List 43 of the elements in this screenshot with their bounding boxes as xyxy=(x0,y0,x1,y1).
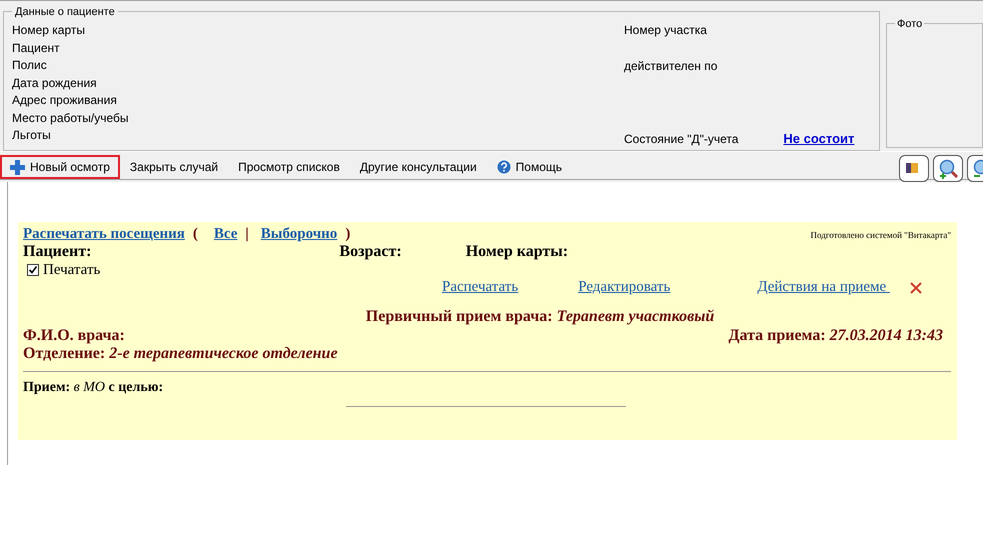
age-label: Возраст: xyxy=(339,243,402,262)
plus-icon xyxy=(10,160,25,174)
status-link[interactable]: Не состоит xyxy=(783,129,854,148)
toolbar-button[interactable]: Новый осмотр xyxy=(0,155,120,179)
field-label: Дата рождения xyxy=(12,74,98,92)
action-link[interactable]: Действия на приеме xyxy=(757,278,890,296)
action-link[interactable]: Редактировать xyxy=(578,278,670,296)
visit-date: Дата приема: 27.03.2014 13:43 xyxy=(728,326,943,345)
tool-button[interactable] xyxy=(933,155,963,182)
selective-link[interactable]: Выборочно xyxy=(260,226,338,244)
tool-button[interactable] xyxy=(899,155,929,182)
checkbox-label: Печатать xyxy=(43,262,100,279)
toolbar-button[interactable]: Помощь xyxy=(486,155,572,179)
zoom-in-icon xyxy=(938,158,958,179)
visit-heading: Первичный прием врача: Терапевт участковый xyxy=(366,308,714,327)
field-label: Льготы xyxy=(12,127,52,144)
close-icon[interactable] xyxy=(910,282,922,294)
field-label: Адрес проживания xyxy=(12,92,118,109)
print-checkbox[interactable] xyxy=(27,264,39,276)
toolbar-button[interactable]: Закрыть случай xyxy=(120,155,228,179)
bracket: ( xyxy=(192,226,198,244)
field-label: Состояние "Д"-учета xyxy=(624,130,738,148)
group-title: Данные о пациенте xyxy=(12,4,118,20)
department-text: Отделение: 2-е терапевтическое отделение xyxy=(23,344,338,364)
field-label: Пациент xyxy=(12,40,61,56)
field-label: Место работы/учебы xyxy=(12,110,130,126)
toolbar-button[interactable]: Другие консультации xyxy=(350,155,487,179)
field-label: действителен по xyxy=(624,59,718,73)
all-link[interactable]: Все xyxy=(214,226,238,244)
print-visits-link[interactable]: Распечатать посещения xyxy=(23,226,185,244)
toolbar-button[interactable]: Просмотр списков xyxy=(228,155,350,179)
credit-text: Подготовлено системой "Витакарта" xyxy=(810,230,951,240)
separator: | xyxy=(245,226,249,244)
card-number-label: Номер карты: xyxy=(466,243,568,262)
visit-purpose: Прием: в МО с целью: xyxy=(23,380,164,396)
help-icon xyxy=(496,160,511,174)
field-label: Номер участка xyxy=(624,23,707,37)
field-label: Полис xyxy=(12,57,48,74)
bracket: ) xyxy=(345,226,350,244)
patient-label: Пациент: xyxy=(23,243,92,262)
action-link[interactable]: Распечатать xyxy=(442,278,518,296)
doctor-label: Ф.И.О. врача: xyxy=(23,326,125,345)
field-label: Номер карты xyxy=(12,22,86,39)
